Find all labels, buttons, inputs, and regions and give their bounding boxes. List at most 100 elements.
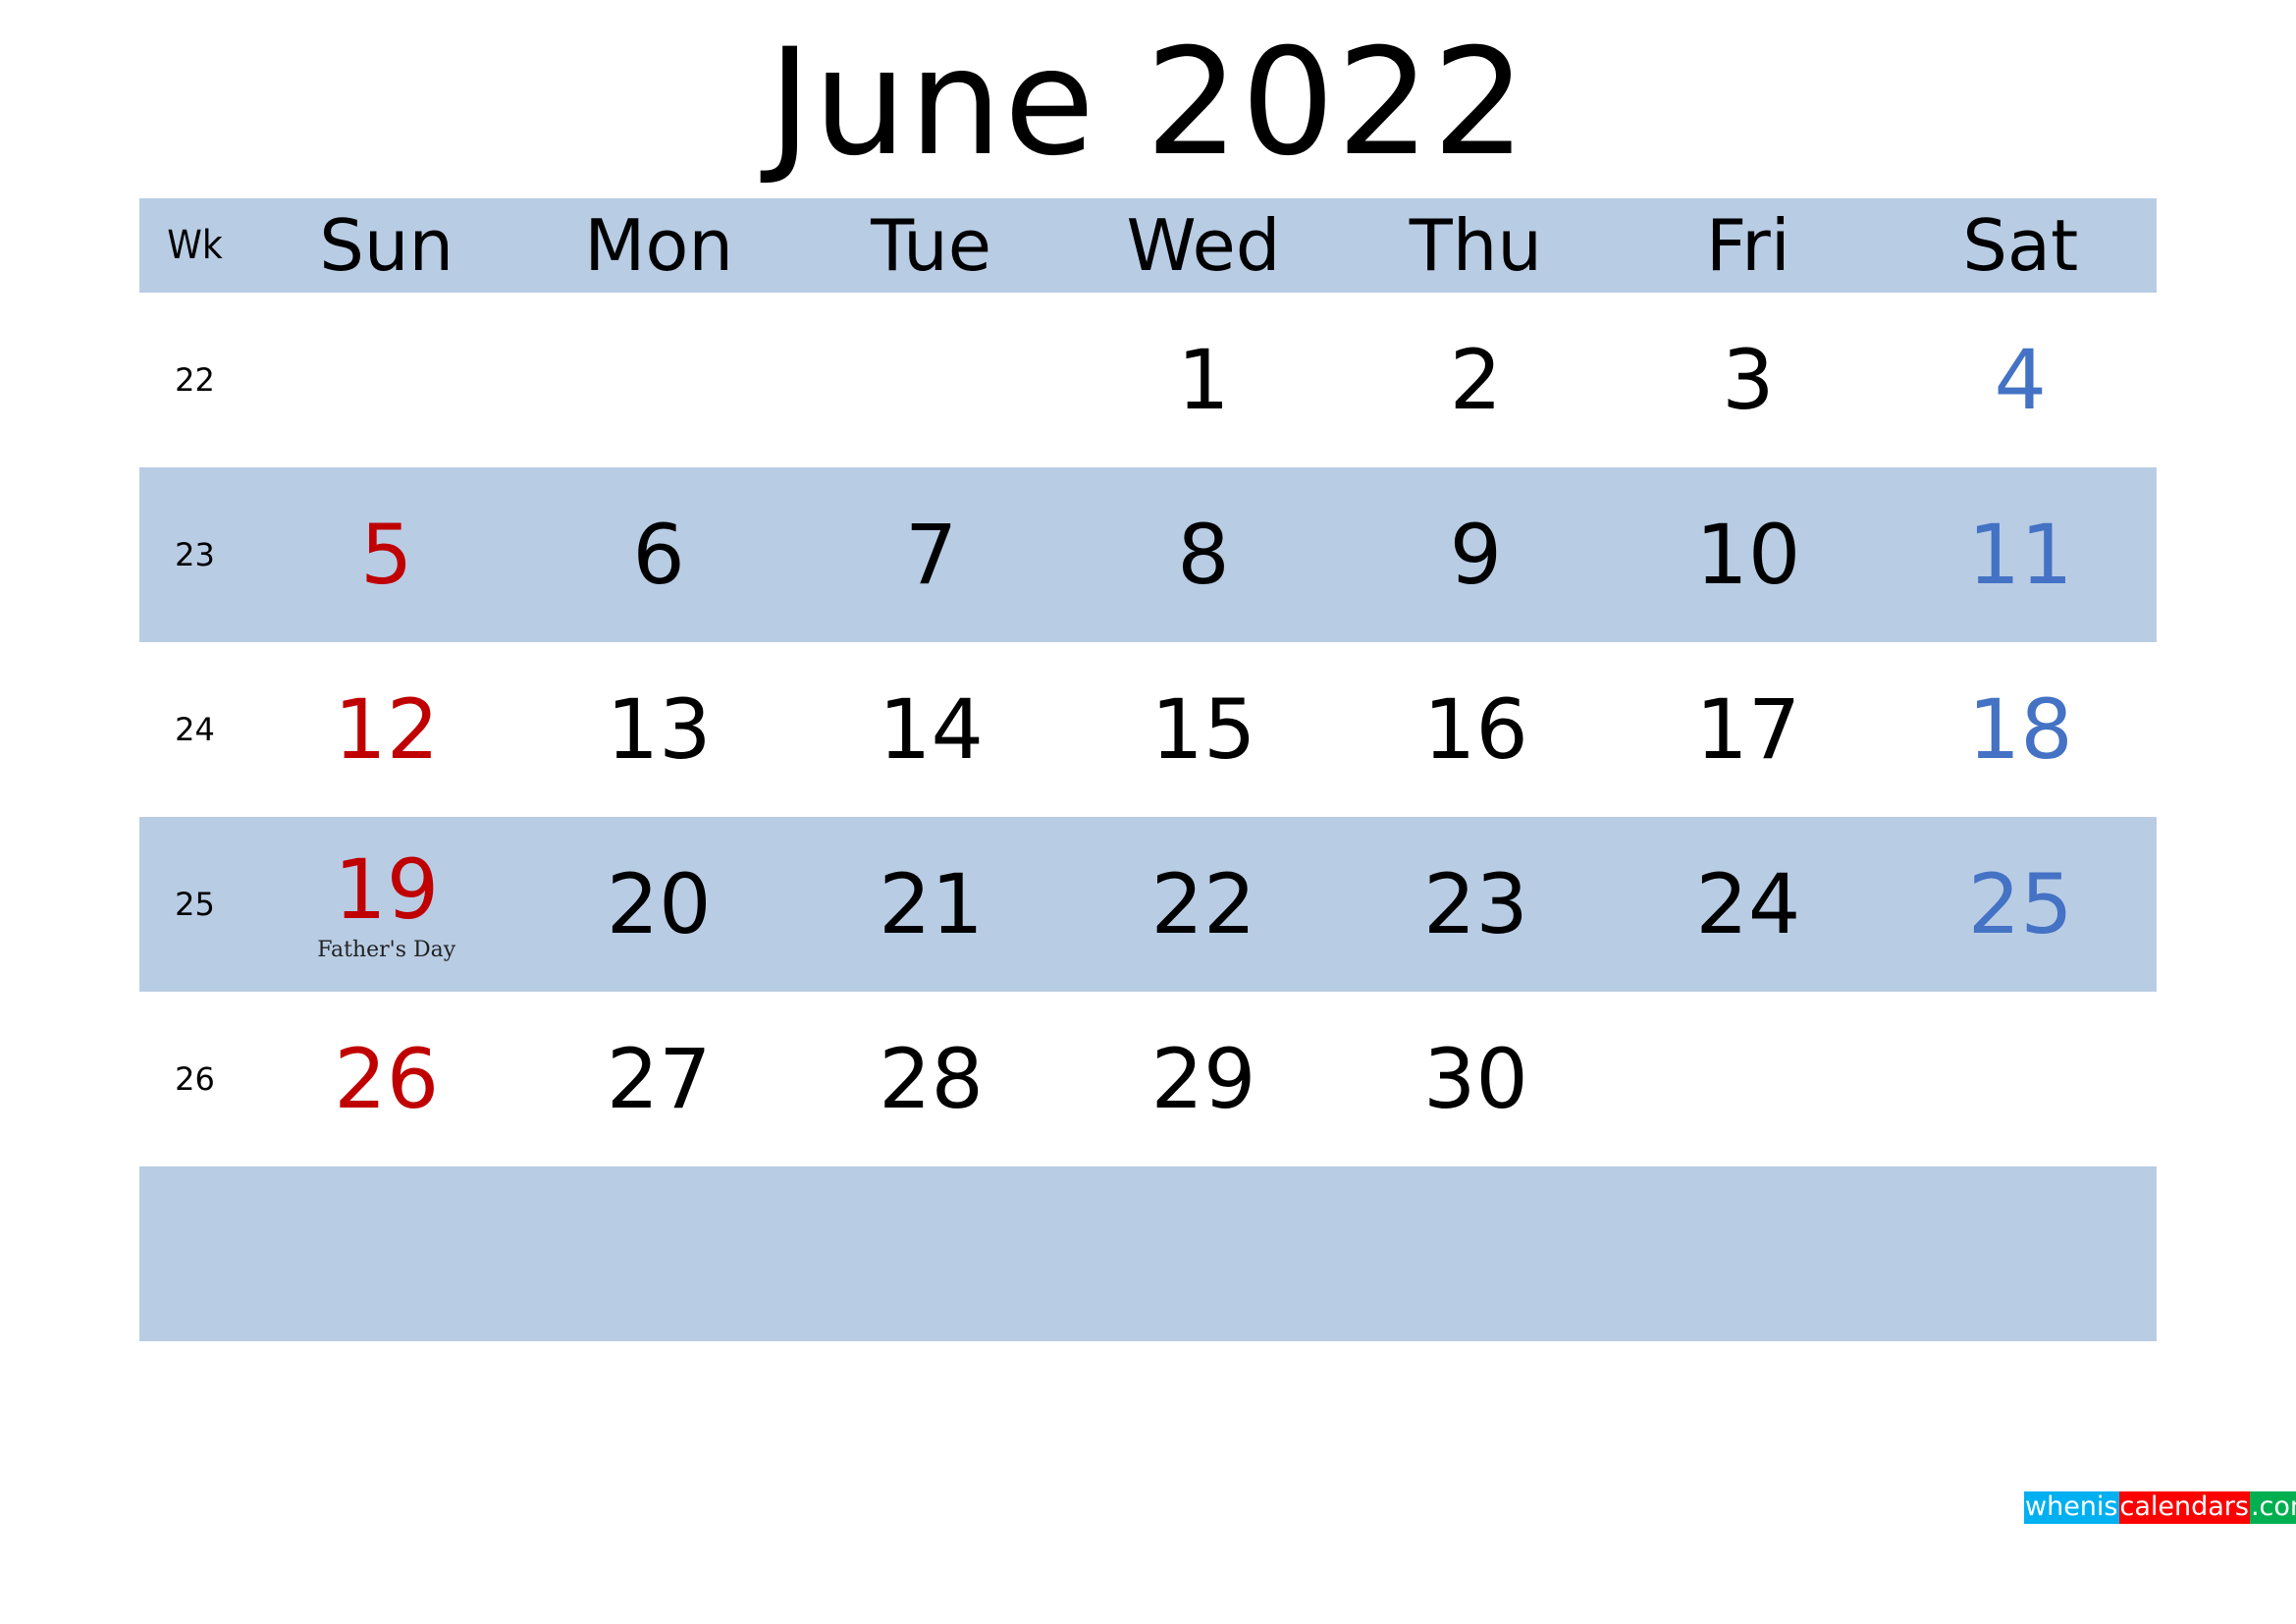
date-number: 30 [1422,1031,1528,1127]
empty-day-cell [250,293,522,467]
calendar-grid: Wk Sun Mon Tue Wed Thu Fri Sat 22 1 2 3 4 23 5… [139,198,2157,1341]
day-cell[interactable]: 30 [1340,992,1612,1166]
day-cell[interactable]: 4 [1885,293,2157,467]
day-cell[interactable]: 20 [522,817,794,992]
day-cell[interactable]: 19 Father's Day [250,817,522,992]
date-number: 20 [606,856,712,952]
holiday-label: Father's Day [317,938,456,962]
day-cell[interactable]: 15 [1067,642,1339,817]
day-cell[interactable]: 27 [522,992,794,1166]
date-number: 24 [1695,856,1801,952]
site-logo[interactable]: whenis calendars .com [2024,1491,2296,1526]
date-number: 23 [1422,856,1528,952]
weekday-label: Sat [1962,204,2079,287]
day-cell[interactable]: 1 [1067,293,1339,467]
day-cell[interactable]: 26 [250,992,522,1166]
day-cell[interactable]: 12 [250,642,522,817]
empty-day-cell [795,293,1067,467]
weekday-label: Fri [1705,204,1790,287]
day-cell[interactable]: 13 [522,642,794,817]
logo-part-whenis: whenis [2024,1491,2119,1526]
empty-day-cell [250,1166,522,1341]
empty-day-cell [522,293,794,467]
week-number: 23 [175,536,215,573]
day-cell[interactable]: 21 [795,817,1067,992]
date-number: 4 [1994,332,2047,428]
week-column-label: Wk [167,223,223,268]
empty-day-cell [1340,1166,1612,1341]
weekday-header-sat: Sat [1885,198,2157,293]
week-row: 26 26 27 28 29 30 [139,992,2157,1166]
date-number: 15 [1150,681,1256,778]
date-number: 29 [1150,1031,1256,1127]
day-cell[interactable]: 3 [1612,293,1884,467]
day-cell[interactable]: 6 [522,467,794,642]
day-cell[interactable]: 28 [795,992,1067,1166]
week-number-cell: 22 [139,293,250,467]
week-row: 24 12 13 14 15 16 17 18 [139,642,2157,817]
weekday-header-tue: Tue [795,198,1067,293]
day-cell[interactable]: 10 [1612,467,1884,642]
week-number-cell: 25 [139,817,250,992]
date-number: 3 [1722,332,1775,428]
day-cell[interactable]: 16 [1340,642,1612,817]
weekday-label: Tue [871,204,992,287]
date-number: 12 [334,681,440,778]
week-number-cell: 23 [139,467,250,642]
week-number-cell: 24 [139,642,250,817]
date-number: 5 [359,507,413,603]
day-cell[interactable]: 9 [1340,467,1612,642]
day-cell[interactable]: 5 [250,467,522,642]
date-number: 10 [1695,507,1801,603]
day-cell[interactable]: 8 [1067,467,1339,642]
day-cell[interactable]: 25 [1885,817,2157,992]
day-cell[interactable]: 17 [1612,642,1884,817]
logo-part-com: .com [2249,1491,2296,1526]
week-number: 25 [175,886,215,923]
day-cell[interactable]: 24 [1612,817,1884,992]
day-cell[interactable]: 29 [1067,992,1339,1166]
weekday-header-fri: Fri [1612,198,1884,293]
day-cell[interactable]: 14 [795,642,1067,817]
date-number: 11 [1967,507,2073,603]
weekday-header-mon: Mon [522,198,794,293]
date-number: 28 [879,1031,984,1127]
date-number: 27 [606,1031,712,1127]
empty-day-cell [795,1166,1067,1341]
day-cell[interactable]: 7 [795,467,1067,642]
date-number: 9 [1449,507,1503,603]
day-cell[interactable]: 18 [1885,642,2157,817]
date-number: 26 [334,1031,440,1127]
date-number: 8 [1177,507,1230,603]
week-number-cell: 26 [139,992,250,1166]
weeks-container: 22 1 2 3 4 23 5 6 7 8 9 10 11 24 12 13 14 15 16 17 18 25 19 Fat… [139,293,2157,1341]
weekday-label: Sun [319,204,454,287]
date-number: 6 [632,507,685,603]
date-number: 19 [334,841,440,938]
weekday-header-row: Wk Sun Mon Tue Wed Thu Fri Sat [139,198,2157,293]
date-number: 2 [1449,332,1503,428]
date-number: 1 [1177,332,1230,428]
logo-part-calendars: calendars [2118,1491,2250,1526]
date-number: 18 [1967,681,2073,778]
date-number: 16 [1422,681,1528,778]
week-number: 24 [175,711,215,748]
date-number: 21 [879,856,984,952]
weekday-header-sun: Sun [250,198,522,293]
day-cell[interactable]: 2 [1340,293,1612,467]
date-number: 7 [904,507,958,603]
date-number: 22 [1150,856,1256,952]
day-cell[interactable]: 23 [1340,817,1612,992]
week-row: 22 1 2 3 4 [139,293,2157,467]
date-number: 14 [879,681,984,778]
week-row: 25 19 Father's Day 20 21 22 23 24 25 [139,817,2157,992]
week-number: 26 [175,1060,215,1098]
day-cell[interactable]: 22 [1067,817,1339,992]
calendar-title: June 2022 [768,18,1528,189]
empty-day-cell [1612,992,1884,1166]
day-cell[interactable]: 11 [1885,467,2157,642]
empty-day-cell [1067,1166,1339,1341]
weekday-label: Wed [1126,204,1281,287]
weekday-header-wed: Wed [1067,198,1339,293]
date-number: 25 [1967,856,2073,952]
